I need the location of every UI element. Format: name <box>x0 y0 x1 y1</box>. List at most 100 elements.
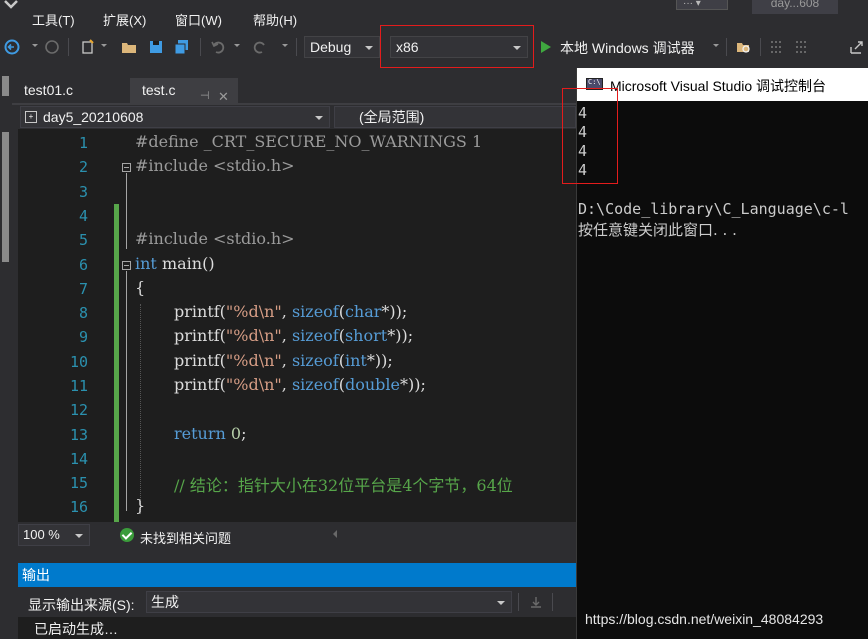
redo-icon[interactable] <box>252 39 268 55</box>
keyword: sizeof <box>291 302 339 321</box>
open-folder-icon[interactable] <box>121 39 137 55</box>
function-signature: main() <box>156 254 215 273</box>
search-box[interactable]: ··· ▾ <box>676 0 728 10</box>
new-dropdown-icon[interactable] <box>101 44 107 47</box>
config-value: Debug <box>310 39 352 55</box>
undo-dropdown-icon[interactable] <box>234 44 240 47</box>
back-dropdown-icon[interactable] <box>32 44 38 47</box>
keyword: sizeof <box>291 375 339 394</box>
output-panel-title[interactable]: 输出 <box>18 563 576 587</box>
code-line-11: printf("%d\n", sizeof(double*)); <box>174 375 426 394</box>
save-all-icon[interactable] <box>174 39 190 55</box>
type-keyword: char <box>344 302 382 321</box>
run-debugger-button[interactable]: 本地 Windows 调试器 <box>560 38 695 58</box>
server-explorer-tab[interactable] <box>2 132 9 262</box>
line-number: 13 <box>69 426 88 444</box>
keyword: sizeof <box>291 351 339 370</box>
highlight-box <box>380 25 534 68</box>
output-line: 已启动生成… <box>34 621 118 637</box>
step-icon[interactable] <box>768 39 784 55</box>
output-source-dropdown[interactable]: 生成 <box>146 591 512 613</box>
output-source-label: 显示输出来源(S): <box>28 597 135 613</box>
issues-status[interactable]: 未找到相关问题 <box>140 528 231 547</box>
zoom-value: 100 % <box>23 527 60 542</box>
code-editor[interactable]: 1 2 3 4 5 6 7 8 9 10 11 12 13 14 15 16 #… <box>18 129 576 522</box>
scope-value: (全局范围) <box>359 109 425 125</box>
macro-text: _CRT_SECURE_NO_WARNINGS 1 <box>198 132 483 151</box>
console-prompt-line: 按任意键关闭此窗口. . . <box>578 221 737 239</box>
indent-guide <box>140 304 141 514</box>
line-number: 6 <box>78 256 88 274</box>
menu-extensions[interactable]: 扩展(X) <box>103 10 146 29</box>
tab-test01-c[interactable]: test01.c <box>12 78 126 103</box>
toolbox-tab[interactable] <box>2 76 9 96</box>
code-line-16: } <box>135 496 145 515</box>
run-dropdown-icon[interactable] <box>713 44 719 47</box>
fold-toggle[interactable] <box>122 163 131 172</box>
debug-console-window[interactable]: Microsoft Visual Studio 调试控制台 4 4 4 4 D:… <box>576 68 868 639</box>
chevron-down-icon <box>315 116 323 120</box>
include-text: <stdio.h> <box>207 229 295 248</box>
comma: , <box>281 326 292 345</box>
menu-tools[interactable]: 工具(T) <box>32 10 75 29</box>
navigation-bar: + day5_20210608 (全局范围) <box>18 105 576 129</box>
fold-line <box>126 271 127 511</box>
type-keyword: short <box>344 326 388 345</box>
line-number: 10 <box>69 353 88 371</box>
breakpoint-icon[interactable] <box>793 39 809 55</box>
line-number: 2 <box>78 158 88 176</box>
solution-title: day...608 <box>752 0 838 14</box>
code-line-2: #include <stdio.h> <box>135 156 295 175</box>
console-title: Microsoft Visual Studio 调试控制台 <box>610 78 827 94</box>
find-in-files-icon[interactable] <box>736 39 752 55</box>
line-number: 4 <box>78 207 88 225</box>
redo-dropdown-icon[interactable] <box>282 44 288 47</box>
keyword: return <box>174 424 226 443</box>
line-number: 7 <box>78 280 88 298</box>
type-keyword: double <box>344 375 400 394</box>
fold-toggle[interactable] <box>122 261 131 270</box>
keyword: int <box>135 254 157 273</box>
code-line-1: #define _CRT_SECURE_NO_WARNINGS 1 <box>135 132 482 151</box>
comma: , <box>281 302 292 321</box>
zoom-dropdown[interactable]: 100 % <box>18 524 90 546</box>
menu-help[interactable]: 帮助(H) <box>253 10 297 29</box>
code-line-6: int main() <box>135 254 215 273</box>
tab-label: test.c <box>142 82 176 98</box>
go-to-error-icon[interactable] <box>528 594 544 610</box>
format-string: "%d\n" <box>225 326 282 345</box>
line-number: 15 <box>69 474 88 492</box>
new-project-icon[interactable] <box>80 39 96 55</box>
pointer-close: *)); <box>399 375 426 394</box>
undo-icon[interactable] <box>210 39 226 55</box>
forward-icon[interactable] <box>44 39 60 55</box>
output-source-value: 生成 <box>151 594 179 610</box>
semicolon: ; <box>241 424 247 443</box>
save-icon[interactable] <box>148 39 164 55</box>
document-tabs: test01.c test.c ⊣ ✕ <box>12 78 576 104</box>
chevron-down-icon[interactable] <box>4 0 18 10</box>
menu-window[interactable]: 窗口(W) <box>175 10 222 29</box>
scroll-left-icon[interactable] <box>333 530 337 538</box>
output-body[interactable]: 已启动生成… <box>18 617 576 639</box>
line-number: 1 <box>78 134 88 152</box>
project-dropdown[interactable]: + day5_20210608 <box>20 106 330 128</box>
config-dropdown[interactable]: Debug <box>304 36 380 58</box>
line-number: 14 <box>69 450 88 468</box>
play-icon[interactable] <box>538 39 554 55</box>
chevron-down-icon <box>365 46 373 50</box>
output-toolbar: 显示输出来源(S): 生成 <box>18 587 576 617</box>
number-literal: 0 <box>230 424 242 443</box>
comma: , <box>281 375 292 394</box>
format-string: "%d\n" <box>225 375 282 394</box>
code-line-13: return 0; <box>174 424 246 443</box>
change-indicator <box>114 204 119 522</box>
project-icon: + <box>25 111 37 123</box>
panel-gap <box>0 546 576 563</box>
scope-dropdown[interactable]: (全局范围) <box>334 106 576 128</box>
line-number: 8 <box>78 304 88 322</box>
back-icon[interactable] <box>4 39 20 55</box>
share-icon[interactable] <box>849 39 865 55</box>
console-title-bar[interactable]: Microsoft Visual Studio 调试控制台 <box>577 68 868 101</box>
tab-test-c[interactable]: test.c ⊣ ✕ <box>130 78 238 104</box>
